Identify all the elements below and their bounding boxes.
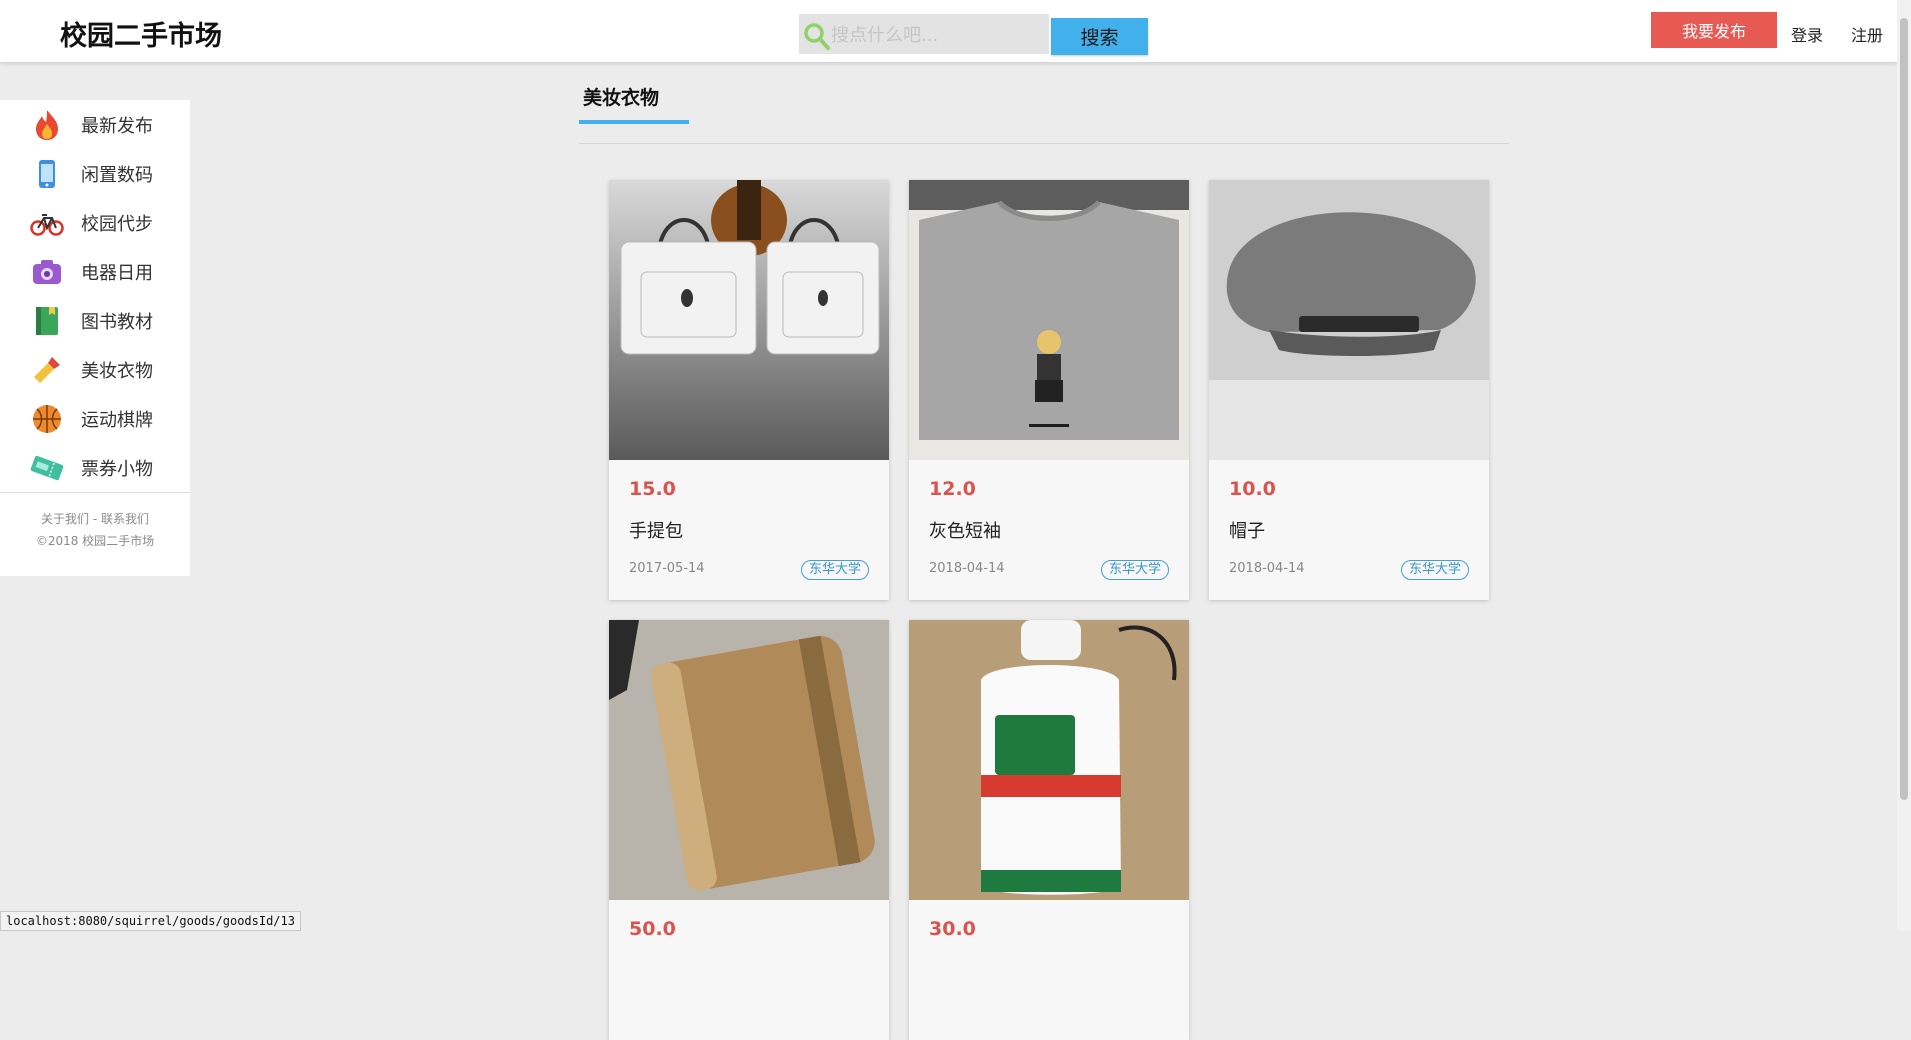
goods-name[interactable]: 帽子 [1229, 517, 1265, 543]
sidebar-item-label: 票券小物 [81, 459, 153, 480]
school-tag: 东华大学 [1100, 560, 1169, 580]
goods-image[interactable] [909, 620, 1189, 900]
goods-price: 30.0 [929, 918, 976, 940]
title-underline [579, 120, 689, 124]
goods-card[interactable]: 50.0 [609, 620, 889, 1040]
site-logo-title[interactable]: 校园二手市场 [60, 14, 222, 53]
login-link[interactable]: 登录 [1791, 22, 1823, 46]
goods-name[interactable]: 手提包 [629, 517, 683, 543]
bicycle-icon [30, 214, 64, 236]
sidebar-item-digital[interactable]: 闲置数码 [0, 149, 190, 197]
sidebar-item-label: 图书教材 [81, 312, 153, 333]
sidebar-item-label: 最新发布 [81, 116, 153, 137]
page-scrollbar[interactable] [1897, 0, 1911, 931]
copyright-text: ©2018 校园二手市场 [35, 534, 155, 548]
goods-card[interactable]: 12.0 灰色短袖 2018-04-14 东华大学 [909, 180, 1189, 600]
goods-price: 10.0 [1229, 478, 1276, 500]
sidebar-item-latest[interactable]: 最新发布 [0, 100, 190, 148]
sidebar-item-transport[interactable]: 校园代步 [0, 198, 190, 246]
sidebar-item-label: 闲置数码 [81, 165, 153, 186]
fire-icon [36, 110, 58, 140]
search-box [799, 14, 1049, 56]
goods-name[interactable]: 灰色短袖 [929, 517, 1001, 543]
search-button[interactable]: 搜索 [1051, 18, 1148, 55]
scrollbar-thumb[interactable] [1900, 18, 1908, 800]
sidebar-divider [0, 492, 190, 493]
goods-card[interactable]: 10.0 帽子 2018-04-14 东华大学 [1209, 180, 1489, 600]
goods-date: 2017-05-14 [629, 561, 705, 576]
browser-status-bar: localhost:8080/squirrel/goods/goodsId/13 [0, 911, 301, 931]
sidebar-item-label: 美妆衣物 [81, 361, 153, 382]
lipstick-icon [34, 357, 60, 383]
goods-price: 50.0 [629, 918, 676, 940]
publish-button[interactable]: 我要发布 [1651, 12, 1777, 48]
sidebar-item-books[interactable]: 图书教材 [0, 296, 190, 344]
goods-date: 2018-04-14 [1229, 561, 1305, 576]
register-link[interactable]: 注册 [1851, 22, 1883, 46]
goods-image[interactable] [909, 180, 1189, 460]
sidebar-item-label: 运动棋牌 [81, 410, 153, 431]
search-input[interactable] [829, 14, 1049, 56]
goods-image[interactable] [609, 620, 889, 900]
ticket-icon [30, 455, 64, 481]
sidebar-item-label: 校园代步 [81, 214, 153, 235]
search-icon [804, 23, 830, 50]
goods-image[interactable] [609, 180, 889, 460]
sidebar-item-appliance[interactable]: 电器日用 [0, 247, 190, 295]
goods-price: 15.0 [629, 478, 676, 500]
phone-icon [39, 160, 55, 188]
category-sidebar: 最新发布 闲置数码 校园代步 电器日用 图书教材 美妆衣物 运动棋牌 票券小物 … [0, 100, 190, 576]
sidebar-item-tickets[interactable]: 票券小物 [0, 443, 190, 491]
basketball-icon [33, 405, 61, 433]
school-tag: 东华大学 [800, 560, 869, 580]
book-icon [36, 307, 58, 335]
sidebar-item-label: 电器日用 [81, 263, 153, 284]
goods-date: 2018-04-14 [929, 561, 1005, 576]
school-tag: 东华大学 [1400, 560, 1469, 580]
goods-price: 12.0 [929, 478, 976, 500]
goods-card[interactable]: 15.0 手提包 2017-05-14 东华大学 [609, 180, 889, 600]
camera-icon [33, 260, 61, 284]
top-header: 校园二手市场 搜索 我要发布 登录 注册 [0, 0, 1897, 62]
sidebar-item-sports[interactable]: 运动棋牌 [0, 394, 190, 442]
page-title: 美妆衣物 [583, 87, 660, 109]
sidebar-item-beauty[interactable]: 美妆衣物 [0, 345, 190, 393]
about-contact-links[interactable]: 关于我们 - 联系我们 [0, 510, 190, 527]
goods-card[interactable]: 30.0 [909, 620, 1189, 1040]
goods-image[interactable] [1209, 180, 1489, 460]
section-divider [579, 143, 1509, 144]
